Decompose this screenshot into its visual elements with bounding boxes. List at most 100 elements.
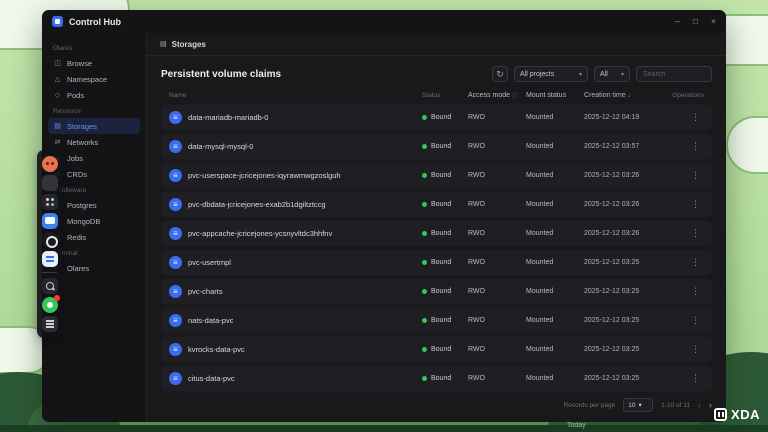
status-dot <box>422 260 427 265</box>
table-row[interactable]: ≡ kvrocks-data-pvc Bound RWO Mounted 2025… <box>161 337 712 362</box>
row-menu-button[interactable]: ⋮ <box>687 344 704 355</box>
creation-time: 2025-12-12 03:25 <box>584 288 640 295</box>
dock-vault-icon[interactable] <box>41 232 58 248</box>
dock-divider <box>42 272 57 273</box>
mount-status: Mounted <box>526 317 554 324</box>
status-filter-select[interactable]: All ▾ <box>594 66 630 82</box>
table-row[interactable]: ≡ citus-data-pvc Bound RWO Mounted 2025-1… <box>161 366 712 391</box>
dock-messages-icon[interactable] <box>41 213 58 229</box>
row-menu-button[interactable]: ⋮ <box>687 373 704 384</box>
pvc-name: kvrocks-data-pvc <box>188 345 245 354</box>
pods-icon: ◇ <box>54 92 61 99</box>
table-row[interactable]: ≡ data-mariadb-mariadb-0 Bound RWO Mounte… <box>161 105 712 130</box>
status-text: Bound <box>431 259 452 266</box>
pvc-name: pvc-usertmpl <box>188 258 231 267</box>
dock-files-icon[interactable] <box>41 175 58 191</box>
mount-status: Mounted <box>526 172 554 179</box>
volume-icon: ≡ <box>169 314 182 327</box>
search-input[interactable] <box>636 66 712 82</box>
desktop-widget-label: Today <box>567 422 586 429</box>
table-row[interactable]: ≡ pvc-dbdata-jcricejones-exab2b1dgiltztcc… <box>161 192 712 217</box>
table-row[interactable]: ≡ pvc-appcache-jcricejones-ycsnyvltdc3hhf… <box>161 221 712 246</box>
table-row[interactable]: ≡ pvc-userspace-jcricejones-iqyrawmwgzosl… <box>161 163 712 188</box>
creation-time: 2025-12-12 03:26 <box>584 172 640 179</box>
sidebar-item-networks[interactable]: ⇄ Networks <box>48 134 140 150</box>
mount-status: Mounted <box>526 230 554 237</box>
networks-icon: ⇄ <box>54 139 61 146</box>
previous-page-button[interactable]: ‹ <box>698 400 701 410</box>
sidebar-item-label: Jobs <box>67 153 83 163</box>
access-mode: RWO <box>468 346 485 353</box>
sidebar-item-pods[interactable]: ◇ Pods <box>48 87 140 103</box>
page-size-select[interactable]: 10 ▾ <box>623 398 654 412</box>
pvc-name: pvc-userspace-jcricejones-iqyrawmwgzoslg… <box>188 171 341 180</box>
row-menu-button[interactable]: ⋮ <box>687 257 704 268</box>
column-name: Name <box>169 92 187 99</box>
dock-settings-icon[interactable] <box>41 316 58 332</box>
access-mode: RWO <box>468 143 485 150</box>
row-menu-button[interactable]: ⋮ <box>687 112 704 123</box>
row-menu-button[interactable]: ⋮ <box>687 315 704 326</box>
dock-market-icon[interactable] <box>41 295 60 313</box>
volume-icon: ≡ <box>169 285 182 298</box>
status-dot <box>422 202 427 207</box>
access-mode: RWO <box>468 201 485 208</box>
table-body: ≡ data-mariadb-mariadb-0 Bound RWO Mounte… <box>161 105 712 391</box>
volume-icon: ≡ <box>169 140 182 153</box>
volume-icon: ≡ <box>169 169 182 182</box>
refresh-button[interactable]: ↻ <box>492 66 508 82</box>
status-dot <box>422 173 427 178</box>
access-mode: RWO <box>468 172 485 179</box>
dock-launcher-icon[interactable] <box>41 194 58 210</box>
access-mode: RWO <box>468 288 485 295</box>
column-creation-time[interactable]: Creation time ↓ <box>584 92 670 99</box>
minimize-button[interactable]: – <box>675 17 680 26</box>
maximize-button[interactable]: □ <box>693 17 698 26</box>
mount-status: Mounted <box>526 114 554 121</box>
dock-profile-icon[interactable] <box>41 156 58 172</box>
sidebar-section-label: Olares <box>53 45 73 52</box>
sidebar-item-namespace[interactable]: △ Namespace <box>48 71 140 87</box>
access-mode: RWO <box>468 375 485 382</box>
main-header: ▤ Storages <box>147 33 726 56</box>
mount-status: Mounted <box>526 288 554 295</box>
status-text: Bound <box>431 114 452 121</box>
info-icon: ⓘ <box>512 94 519 100</box>
browse-icon: ◫ <box>54 60 61 67</box>
xda-watermark: XDA <box>714 407 760 422</box>
column-status: Status <box>422 92 441 99</box>
dock-notes-icon[interactable] <box>41 251 58 267</box>
sidebar-item-browse[interactable]: ◫ Browse <box>48 55 140 71</box>
status-text: Bound <box>431 230 452 237</box>
mount-status: Mounted <box>526 375 554 382</box>
status-filter-value: All <box>600 70 608 78</box>
sidebar-item-storages[interactable]: ▤ Storages <box>48 118 140 134</box>
table-row[interactable]: ≡ nats-data-pvc Bound RWO Mounted 2025-12… <box>161 308 712 333</box>
close-button[interactable]: × <box>711 17 716 26</box>
status-dot <box>422 347 427 352</box>
status-dot <box>422 115 427 120</box>
table-footer: Records per page 10 ▾ 1-10 of 11 ‹ › <box>161 398 712 412</box>
titlebar: Control Hub – □ × <box>42 10 726 33</box>
dock-search-icon[interactable] <box>41 278 58 294</box>
desktop: Today Control Hub – □ × Olares ◫ Browse … <box>0 0 768 432</box>
row-menu-button[interactable]: ⋮ <box>687 199 704 210</box>
status-text: Bound <box>431 317 452 324</box>
row-menu-button[interactable]: ⋮ <box>687 170 704 181</box>
table-row[interactable]: ≡ pvc-usertmpl Bound RWO Mounted 2025-12-… <box>161 250 712 275</box>
project-filter-select[interactable]: All projects ▾ <box>514 66 588 82</box>
row-menu-button[interactable]: ⋮ <box>687 228 704 239</box>
next-page-button[interactable]: › <box>709 400 712 410</box>
page-size-value: 10 <box>628 401 636 409</box>
sort-desc-icon: ↓ <box>627 92 631 99</box>
creation-time: 2025-12-12 04:19 <box>584 114 640 121</box>
project-filter-value: All projects <box>520 70 555 78</box>
row-menu-button[interactable]: ⋮ <box>687 286 704 297</box>
ground <box>0 425 768 432</box>
table-row[interactable]: ≡ data-mysql-mysql-0 Bound RWO Mounted 20… <box>161 134 712 159</box>
row-menu-button[interactable]: ⋮ <box>687 141 704 152</box>
volume-icon: ≡ <box>169 111 182 124</box>
column-access-mode-label: Access mode <box>468 92 511 99</box>
volume-icon: ≡ <box>169 198 182 211</box>
table-row[interactable]: ≡ pvc-charts Bound RWO Mounted 2025-12-12… <box>161 279 712 304</box>
